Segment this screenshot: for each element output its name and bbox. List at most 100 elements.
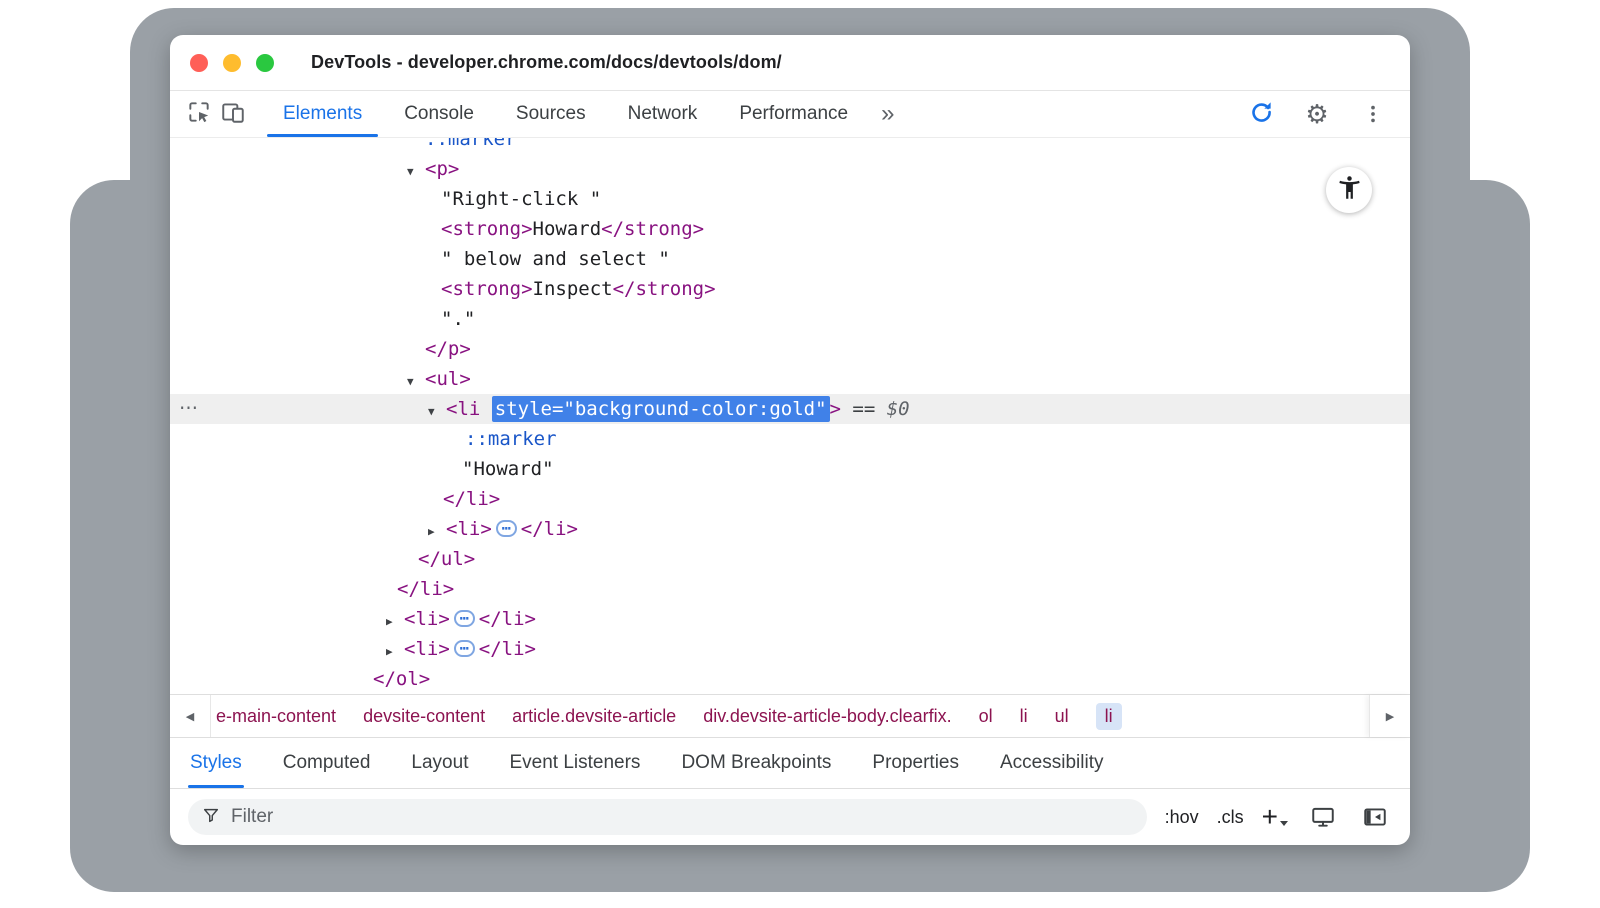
- code-token: $0: [887, 398, 910, 420]
- panel-tab-layout[interactable]: Layout: [411, 738, 468, 788]
- dom-tree-line[interactable]: ▶<li>⋯</li>: [170, 604, 1410, 634]
- styles-filter-bar: :hov .cls +: [170, 788, 1410, 845]
- reload-icon: [1248, 99, 1274, 130]
- code-token: Howard: [533, 218, 602, 240]
- code-token: ==: [841, 398, 887, 420]
- plus-label: +: [1262, 805, 1278, 829]
- dom-tree-line[interactable]: "Right-click ": [170, 184, 1410, 214]
- breadcrumb-item-li[interactable]: li: [1096, 703, 1122, 730]
- more-tabs-chevron[interactable]: »: [869, 91, 906, 137]
- panel-tab-styles[interactable]: Styles: [190, 738, 242, 788]
- breadcrumb-item-div-devsite-article-body-clearfix[interactable]: div.devsite-article-body.clearfix.: [703, 706, 951, 727]
- settings-gear-icon[interactable]: ⚙: [1300, 97, 1334, 131]
- new-style-rule-button[interactable]: +: [1262, 805, 1288, 829]
- breadcrumb-item-ol[interactable]: ol: [979, 706, 993, 727]
- code-token: </ol>: [373, 668, 430, 690]
- code-token: <li>: [446, 518, 492, 540]
- minimize-button[interactable]: [223, 54, 241, 72]
- breadcrumb-item-article-devsite-article[interactable]: article.devsite-article: [512, 706, 676, 727]
- rendering-display-icon[interactable]: [1306, 800, 1340, 834]
- window-titlebar: DevTools - developer.chrome.com/docs/dev…: [170, 35, 1410, 91]
- dom-tree-line[interactable]: ⋯▼<li style="background-color:gold"> == …: [170, 394, 1410, 424]
- code-token: <p>: [425, 158, 459, 180]
- dom-tree-line[interactable]: </ul>: [170, 544, 1410, 574]
- tab-elements[interactable]: Elements: [262, 91, 383, 137]
- dom-tree-line[interactable]: ".": [170, 304, 1410, 334]
- toggle-sidebar-icon[interactable]: [1358, 800, 1392, 834]
- panel-tab-properties[interactable]: Properties: [872, 738, 959, 788]
- code-token: </li>: [479, 638, 536, 660]
- dom-tree-line[interactable]: ▼<ul>: [170, 364, 1410, 394]
- kebab-menu-icon[interactable]: [1356, 97, 1390, 131]
- inspect-element-button[interactable]: [182, 97, 216, 131]
- breadcrumb-item-devsite-content[interactable]: devsite-content: [363, 706, 485, 727]
- dom-tree-line[interactable]: </p>: [170, 334, 1410, 364]
- code-token: "Howard": [462, 458, 554, 480]
- toolbar-tabs: ElementsConsoleSourcesNetworkPerformance: [262, 91, 869, 137]
- devtools-toolbar: ElementsConsoleSourcesNetworkPerformance…: [170, 91, 1410, 138]
- line-menu-ellipsis[interactable]: ⋯: [179, 394, 198, 424]
- code-token: ::marker: [425, 138, 517, 150]
- cls-toggle-button[interactable]: .cls: [1217, 807, 1244, 828]
- device-toolbar-icon: [220, 99, 246, 130]
- code-token: </li>: [397, 578, 454, 600]
- breadcrumb-item-ul[interactable]: ul: [1055, 706, 1069, 727]
- disclosure-arrow-icon[interactable]: ▼: [407, 157, 425, 187]
- dom-tree-line[interactable]: ▶<li>⋯</li>: [170, 634, 1410, 664]
- panel-tab-accessibility[interactable]: Accessibility: [1000, 738, 1103, 788]
- disclosure-arrow-icon[interactable]: ▶: [386, 607, 404, 637]
- dom-tree-line[interactable]: </li>: [170, 484, 1410, 514]
- accessibility-floating-button[interactable]: [1326, 167, 1372, 213]
- code-token: <li: [446, 398, 480, 420]
- breadcrumb-item-e-main-content[interactable]: e-main-content: [216, 706, 336, 727]
- tab-sources[interactable]: Sources: [495, 91, 607, 137]
- dom-tree-line[interactable]: "Howard": [170, 454, 1410, 484]
- code-token: " below and select ": [441, 248, 670, 270]
- expand-ellipsis-button[interactable]: ⋯: [454, 640, 475, 657]
- dom-tree-line[interactable]: <strong>Howard</strong>: [170, 214, 1410, 244]
- panel-tab-event-listeners[interactable]: Event Listeners: [509, 738, 640, 788]
- dom-tree-line[interactable]: ▶<li>⋯</li>: [170, 514, 1410, 544]
- expand-ellipsis-button[interactable]: ⋯: [454, 610, 475, 627]
- dom-tree-line[interactable]: ::marker: [170, 424, 1410, 454]
- code-token: "Right-click ": [441, 188, 601, 210]
- dom-tree-line[interactable]: ▼<p>: [170, 154, 1410, 184]
- dom-tree-line[interactable]: <strong>Inspect</strong>: [170, 274, 1410, 304]
- reload-button[interactable]: [1244, 97, 1278, 131]
- expand-ellipsis-button[interactable]: ⋯: [496, 520, 517, 537]
- filter-input-wrap: [188, 799, 1147, 835]
- crumb-scroll-right-button[interactable]: ▶: [1369, 695, 1410, 737]
- code-token: </li>: [443, 488, 500, 510]
- crumb-scroll-left-button[interactable]: ◀: [170, 695, 211, 737]
- panel-tab-dom-breakpoints[interactable]: DOM Breakpoints: [681, 738, 831, 788]
- device-toolbar-button[interactable]: [216, 97, 250, 131]
- dom-tree-line[interactable]: </li>: [170, 574, 1410, 604]
- filter-funnel-icon: [202, 806, 220, 829]
- selected-attribute[interactable]: style="background-color:gold": [492, 396, 830, 422]
- breadcrumb-list: e-main-content devsite-content article.dev…: [211, 695, 1369, 737]
- code-token: </strong>: [601, 218, 704, 240]
- zoom-button[interactable]: [256, 54, 274, 72]
- disclosure-arrow-icon[interactable]: ▼: [428, 397, 446, 427]
- tab-console[interactable]: Console: [383, 91, 495, 137]
- panel-tab-computed[interactable]: Computed: [283, 738, 371, 788]
- toolbar-right-controls: ⚙: [1244, 91, 1398, 137]
- close-button[interactable]: [190, 54, 208, 72]
- disclosure-arrow-icon[interactable]: ▶: [428, 517, 446, 547]
- dom-tree-line[interactable]: " below and select ": [170, 244, 1410, 274]
- disclosure-arrow-icon[interactable]: ▶: [386, 637, 404, 667]
- dom-tree-line[interactable]: </ol>: [170, 664, 1410, 694]
- filter-input[interactable]: [229, 805, 1133, 829]
- disclosure-arrow-icon[interactable]: ▼: [407, 367, 425, 397]
- code-token: ".": [441, 308, 475, 330]
- breadcrumb-item-li[interactable]: li: [1020, 706, 1028, 727]
- breadcrumb-bar: ◀ e-main-content devsite-content article.d…: [170, 694, 1410, 738]
- window-title: DevTools - developer.chrome.com/docs/dev…: [311, 52, 782, 73]
- hov-toggle-button[interactable]: :hov: [1165, 807, 1199, 828]
- code-token: <li>: [404, 608, 450, 630]
- code-token: <strong>: [441, 278, 533, 300]
- dom-tree-line[interactable]: ::marker: [170, 138, 1410, 154]
- tab-network[interactable]: Network: [607, 91, 719, 137]
- plus-caret-icon: [1280, 821, 1288, 826]
- tab-performance[interactable]: Performance: [718, 91, 869, 137]
